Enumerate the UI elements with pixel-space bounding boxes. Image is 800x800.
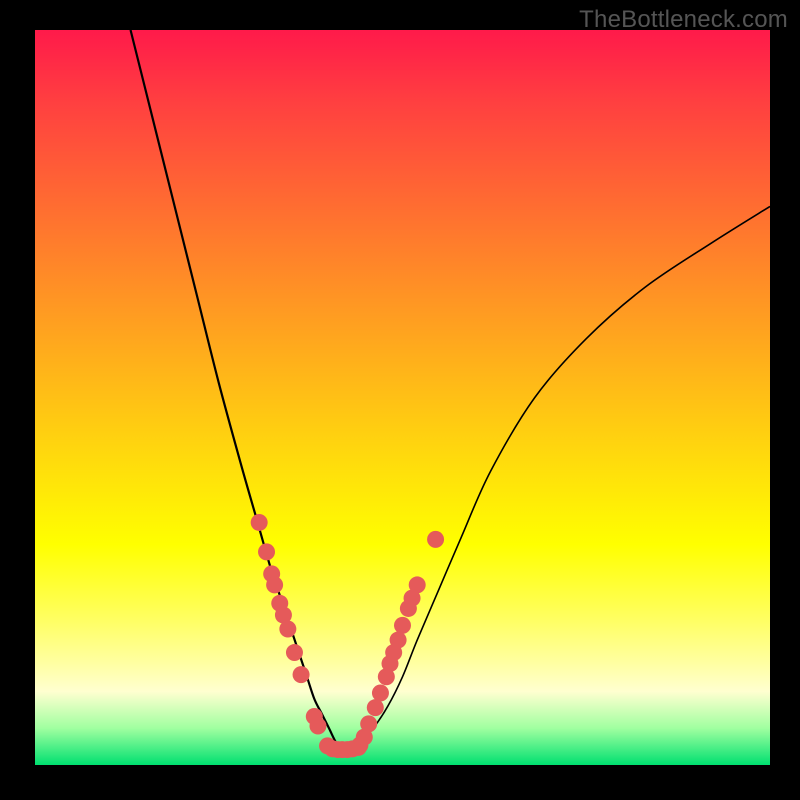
data-point	[258, 543, 275, 560]
plot-area	[35, 30, 770, 765]
data-point	[309, 718, 326, 735]
data-point	[372, 684, 389, 701]
watermark-text: TheBottleneck.com	[579, 6, 788, 34]
chart-svg	[35, 30, 770, 765]
data-point	[367, 699, 384, 716]
right-curve	[344, 206, 770, 750]
data-point	[394, 617, 411, 634]
scatter-dots	[251, 514, 444, 758]
data-point	[279, 621, 296, 638]
data-point	[286, 644, 303, 661]
curve-group	[131, 30, 770, 750]
left-curve	[131, 30, 344, 750]
data-point	[360, 715, 377, 732]
data-point	[427, 531, 444, 548]
chart-container: TheBottleneck.com	[0, 0, 800, 800]
data-point	[390, 632, 407, 649]
data-point	[293, 666, 310, 683]
data-point	[409, 576, 426, 593]
data-point	[266, 576, 283, 593]
data-point	[251, 514, 268, 531]
